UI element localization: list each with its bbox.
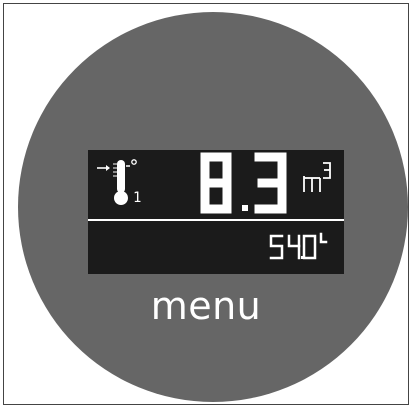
main-volume-value	[200, 152, 287, 214]
display-divider	[88, 219, 344, 221]
unit-m3	[303, 162, 331, 192]
temperature-icon: 1	[97, 159, 141, 206]
secondary-unit-text: L	[4, 4, 5, 5]
device-frame: 1 8.3 m³ 54.0 L	[3, 3, 409, 405]
menu-label[interactable]: menu	[4, 284, 408, 328]
secondary-volume-value	[269, 232, 328, 260]
sensor-index: 1	[133, 190, 141, 206]
main-unit-text: m³	[4, 4, 5, 5]
main-value-text: 8.3	[4, 4, 5, 5]
secondary-value-text: 54.0	[4, 4, 5, 5]
